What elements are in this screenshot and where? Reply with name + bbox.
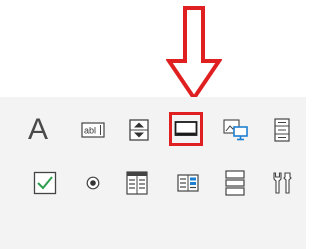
radio-button-icon [86,176,100,190]
checkbox-icon [33,171,57,195]
stacked-panels-icon [225,170,245,196]
rectangle-icon [169,112,203,146]
textbox-icon-text: abl [84,126,96,136]
textbox-icon: abl [81,122,105,138]
radio-button-tool[interactable] [76,166,110,200]
multi-list-tool[interactable] [171,166,205,200]
spinner-icon [129,119,149,141]
image-monitor-icon [223,119,248,141]
checkbox-tool[interactable] [28,166,62,200]
multi-list-icon [177,174,199,192]
tools-tool[interactable] [265,166,299,200]
datagrid-icon [126,171,148,195]
textbox-tool[interactable]: abl [76,113,110,147]
down-arrow-annotation [166,6,222,101]
label-tool[interactable]: A [21,113,55,147]
spinner-tool[interactable] [122,113,156,147]
tools-icon [273,172,292,194]
label-icon: A [27,113,48,146]
screenshot-stage: A abl [0,0,306,249]
stacked-panels-tool[interactable] [218,166,252,200]
rectangle-tool[interactable] [169,112,203,146]
datagrid-tool[interactable] [120,166,154,200]
list-scroll-tool[interactable] [265,113,299,147]
image-monitor-tool[interactable] [219,113,253,147]
list-scroll-icon [274,118,290,142]
